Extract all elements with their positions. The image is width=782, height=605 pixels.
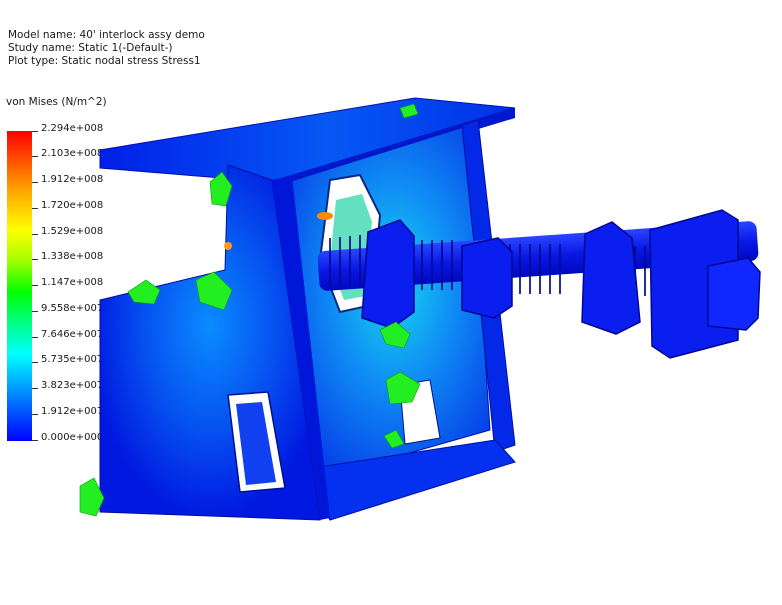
hex-nut-3 — [581, 221, 641, 335]
hex-nut-1 — [361, 219, 415, 329]
stress-hotspot — [317, 212, 333, 220]
stress-hotspot — [224, 242, 232, 250]
end-hex-nut — [707, 257, 761, 331]
hex-nut-2 — [461, 237, 513, 319]
fea-model-viewport[interactable] — [0, 0, 782, 605]
